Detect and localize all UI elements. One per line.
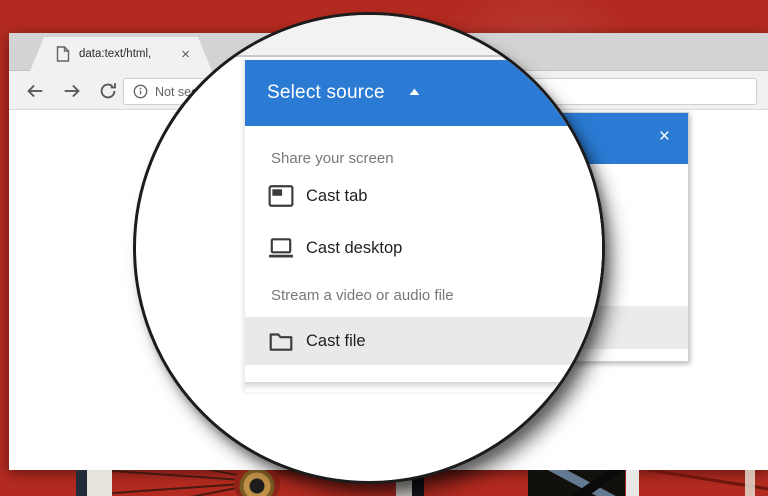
close-icon[interactable]: × [659,127,670,147]
magnifier-lens: Select source ▲ Share your screen Cast t… [133,12,605,484]
wheel-spoke [112,483,242,494]
folder-icon [268,329,294,353]
photo-white-post [626,470,639,496]
menu-item-label: Cast tab [306,187,367,206]
photo-white-band [87,470,112,496]
screenshot-stage: data:text/html, × Not secure [0,0,768,496]
magnified-toolbar-band [136,15,602,57]
menu-item-label: Cast file [306,332,366,351]
section-label-stream-file: Stream a video or audio file [245,270,605,307]
dialog-bottom-shadow [245,383,605,390]
back-icon[interactable] [24,80,46,102]
photo-light-patch [745,470,755,496]
document-icon [56,46,70,62]
section-label-share-screen: Share your screen [245,126,605,172]
lens-content: Select source ▲ Share your screen Cast t… [136,15,602,481]
magnified-cast-dialog: Select source ▲ Share your screen Cast t… [245,60,605,392]
magnified-dialog-title: Select source [267,82,385,104]
tab-icon [268,184,294,208]
magnified-dialog-body: Share your screen Cast tab Ca [245,126,605,392]
magnified-dialog-header: Select source ▲ [245,60,605,126]
menu-item-cast-file[interactable]: Cast file [245,317,605,365]
reload-icon[interactable] [97,80,119,102]
desktop-icon [268,236,294,260]
forward-icon[interactable] [61,80,83,102]
menu-item-label: Cast desktop [306,239,402,258]
menu-item-cast-tab[interactable]: Cast tab [245,172,605,220]
photo-dark-stripe [76,470,87,496]
dialog-bottom-strip [245,365,605,383]
menu-item-cast-desktop[interactable]: Cast desktop [245,226,605,270]
chevron-up-icon[interactable]: ▲ [406,86,422,98]
